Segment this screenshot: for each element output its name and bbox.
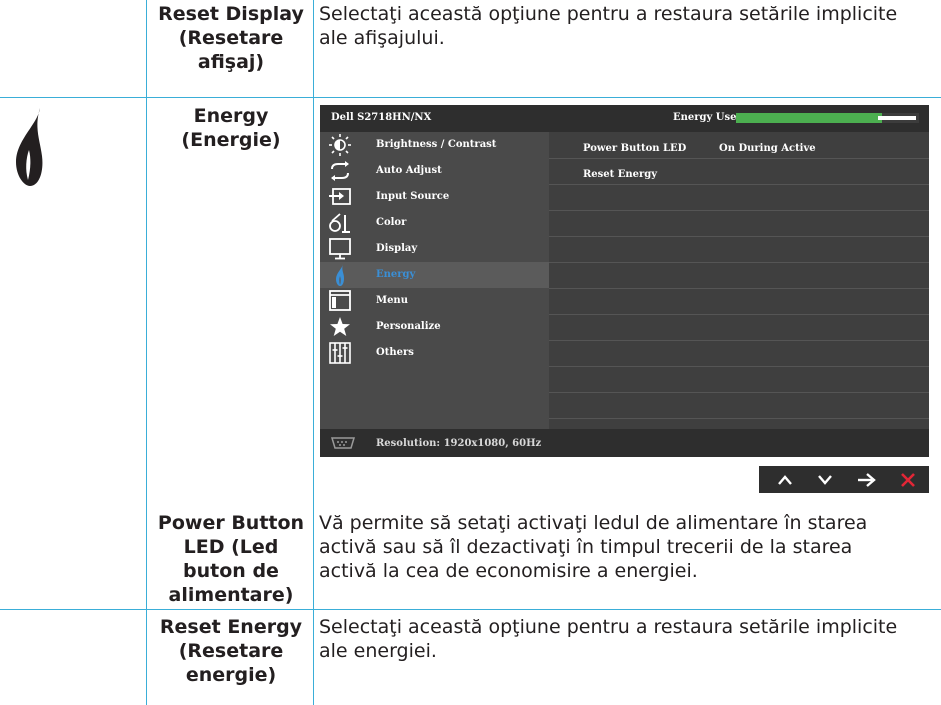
auto-adjust-icon [331, 161, 349, 181]
star-icon [330, 317, 350, 336]
osd-footer: Resolution: 1920x1080, 60Hz [320, 429, 929, 457]
label-line: Power Button [157, 512, 305, 534]
label-line: Reset Display [158, 3, 304, 25]
menu-item-label: Display [376, 243, 418, 254]
menu-item-label: Brightness / Contrast [376, 139, 497, 150]
label-line: Energy [193, 105, 269, 127]
osd-navigation-bar [759, 466, 929, 493]
color-icon [329, 213, 350, 233]
submenu-row-divider [549, 418, 929, 419]
reset-energy-label: Reset Energy (Resetare energie) [152, 615, 310, 687]
reset-energy-option[interactable]: Reset Energy [583, 169, 657, 180]
energy-leaf-icon [16, 108, 43, 186]
display-icon [329, 238, 351, 260]
submenu-row-divider [549, 392, 929, 393]
power-button-led-option[interactable]: Power Button LED [583, 143, 686, 154]
reset-display-description: Selectaţi această opţiune pentru a resta… [319, 2, 941, 50]
submenu-row-divider [549, 262, 929, 263]
menu-item-brightness-contrast[interactable]: Brightness / Contrast [320, 132, 549, 158]
label-line: Reset Energy [159, 616, 303, 638]
menu-item-label: Input Source [376, 191, 450, 202]
column-divider-left [146, 0, 147, 705]
row-divider [0, 97, 941, 98]
osd-menu-screenshot: Dell S2718HN/NX Energy Use Brightness / … [320, 105, 929, 457]
others-icon [329, 342, 351, 364]
label-line: alimentare) [168, 584, 294, 606]
submenu-row-divider [549, 184, 929, 185]
submenu-row-divider [549, 340, 929, 341]
menu-item-others[interactable]: Others [320, 340, 549, 366]
desc-line: Selectaţi această opţiune pentru a resta… [319, 616, 898, 638]
submenu-row-divider [549, 288, 929, 289]
menu-item-auto-adjust[interactable]: Auto Adjust [320, 158, 549, 184]
menu-item-label: Energy [376, 269, 416, 280]
menu-item-color[interactable]: Color [320, 210, 549, 236]
energy-icon [336, 264, 344, 286]
reset-display-label: Reset Display (Resetare afişaj) [152, 2, 310, 74]
desc-line: Selectaţi această opţiune pentru a resta… [319, 3, 898, 25]
power-button-led-label: Power Button LED (Led buton de alimentar… [152, 511, 310, 607]
menu-item-label: Personalize [376, 321, 441, 332]
reset-energy-description: Selectaţi această opţiune pentru a resta… [319, 615, 941, 663]
submenu-row-divider [549, 366, 929, 367]
osd-header: Dell S2718HN/NX Energy Use [320, 105, 929, 132]
menu-item-input-source[interactable]: Input Source [320, 184, 549, 210]
down-icon[interactable] [805, 466, 845, 493]
power-button-led-description: Vă permite să setaţi activaţi ledul de a… [319, 511, 941, 583]
menu-item-label: Color [376, 217, 407, 228]
energy-use-marker [878, 116, 916, 120]
osd-model-name: Dell S2718HN/NX [331, 112, 432, 123]
menu-item-label: Others [376, 347, 414, 358]
brightness-icon [329, 134, 351, 156]
desc-line: Vă permite să setaţi activaţi ledul de a… [319, 512, 868, 534]
label-line: energie) [185, 664, 277, 686]
energy-label: Energy (Energie) [152, 104, 310, 152]
desc-line: activă la cea de economisire a energiei. [319, 560, 698, 582]
label-line: afişaj) [197, 51, 265, 73]
desc-line: ale afişajului. [319, 27, 445, 49]
submenu-row-divider [549, 314, 929, 315]
input-source-icon [329, 188, 351, 205]
menu-icon [329, 290, 351, 311]
up-icon[interactable] [765, 466, 805, 493]
close-icon[interactable] [887, 466, 927, 493]
right-arrow-icon[interactable] [846, 466, 886, 493]
menu-item-menu[interactable]: Menu [320, 288, 549, 314]
menu-item-label: Auto Adjust [376, 165, 442, 176]
energy-use-meter [736, 113, 919, 123]
submenu-row-divider [549, 210, 929, 211]
osd-main-menu: Brightness / Contrast Auto Adjust Input … [320, 132, 549, 429]
menu-item-personalize[interactable]: Personalize [320, 314, 549, 340]
energy-use-label: Energy Use [673, 112, 737, 123]
desc-line: ale energiei. [319, 640, 437, 662]
energy-use-fill [736, 113, 882, 123]
vga-connector-icon [330, 437, 356, 449]
label-line: buton de [183, 560, 279, 582]
submenu-row-divider [549, 236, 929, 237]
submenu-row-divider [549, 158, 929, 159]
label-line: (Resetare [178, 27, 284, 49]
menu-item-energy[interactable]: Energy [320, 262, 549, 288]
label-line: (Resetare [178, 640, 284, 662]
resolution-status: Resolution: 1920x1080, 60Hz [376, 438, 542, 449]
label-line: (Energie) [181, 129, 281, 151]
desc-line: activă sau să îl dezactivaţi în timpul t… [319, 536, 853, 558]
label-line: LED (Led [183, 536, 279, 558]
menu-item-display[interactable]: Display [320, 236, 549, 262]
column-divider-right [313, 0, 314, 705]
power-button-led-value[interactable]: On During Active [719, 143, 816, 154]
row-divider [0, 609, 941, 610]
menu-item-label: Menu [376, 295, 408, 306]
